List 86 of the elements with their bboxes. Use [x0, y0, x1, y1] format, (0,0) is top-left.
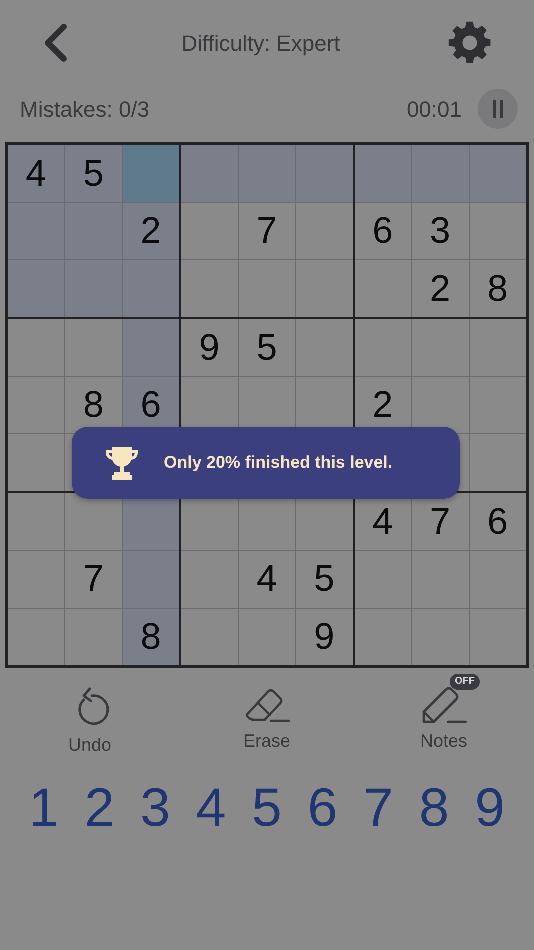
grid-cell[interactable] — [354, 260, 412, 318]
grid-cell[interactable] — [8, 493, 64, 550]
grid-cell[interactable] — [65, 493, 122, 550]
grid-cell[interactable]: 5 — [65, 145, 122, 202]
grid-cell[interactable] — [8, 260, 64, 318]
grid-cell[interactable] — [181, 550, 238, 608]
mistakes-counter: Mistakes: 0/3 — [20, 96, 150, 124]
grid-cell[interactable] — [8, 608, 64, 666]
grid-cell[interactable] — [181, 260, 238, 318]
grid-cell[interactable] — [412, 376, 469, 434]
grid-cell[interactable] — [122, 319, 180, 376]
difficulty-title: Difficulty: Expert — [182, 30, 340, 58]
grid-cell[interactable] — [181, 608, 238, 666]
settings-icon — [446, 20, 493, 66]
pencil-icon — [420, 686, 468, 724]
grid-cell[interactable] — [470, 319, 526, 376]
grid-cell[interactable] — [470, 608, 526, 666]
grid-cell[interactable] — [122, 260, 180, 318]
grid-cell[interactable] — [412, 145, 469, 202]
grid-cell[interactable]: 7 — [412, 493, 469, 550]
erase-button[interactable]: Erase — [217, 674, 317, 760]
grid-cell[interactable] — [470, 376, 526, 434]
grid-cell[interactable] — [412, 608, 469, 666]
number-key[interactable]: 1 — [20, 781, 68, 836]
grid-cell[interactable] — [470, 550, 526, 608]
grid-cell[interactable] — [238, 608, 296, 666]
grid-cell[interactable] — [470, 202, 526, 260]
grid-cell[interactable]: 4 — [238, 550, 296, 608]
grid-cell[interactable] — [238, 145, 296, 202]
grid-cell[interactable]: 4 — [8, 145, 64, 202]
number-key[interactable]: 2 — [76, 781, 124, 836]
grid-cell[interactable] — [8, 550, 64, 608]
grid-cell[interactable] — [65, 319, 122, 376]
grid-cell[interactable] — [296, 145, 353, 202]
grid-cell[interactable]: 9 — [181, 319, 238, 376]
grid-cell[interactable]: 8 — [65, 376, 122, 434]
grid-cell[interactable]: 8 — [122, 608, 180, 666]
grid-cell[interactable]: 2 — [412, 260, 469, 318]
grid-cell[interactable]: 8 — [470, 260, 526, 318]
grid-cell[interactable] — [470, 145, 526, 202]
notes-button[interactable]: OFF Notes — [394, 674, 494, 760]
grid-cell[interactable] — [296, 260, 353, 318]
grid-cell[interactable] — [238, 260, 296, 318]
grid-cell[interactable]: 5 — [296, 550, 353, 608]
grid-cell[interactable] — [122, 550, 180, 608]
grid-cell[interactable]: 9 — [296, 608, 353, 666]
timer: 00:01 — [406, 96, 462, 124]
number-key[interactable]: 3 — [132, 781, 180, 836]
grid-cell[interactable] — [296, 319, 353, 376]
grid-cell[interactable] — [354, 550, 412, 608]
grid-cell[interactable] — [65, 260, 122, 318]
grid-cell[interactable]: 2 — [122, 202, 180, 260]
grid-cell[interactable]: 3 — [412, 202, 469, 260]
grid-cell[interactable] — [296, 202, 353, 260]
grid-cell[interactable]: 7 — [238, 202, 296, 260]
off-badge: OFF — [450, 674, 480, 690]
number-key[interactable]: 6 — [298, 781, 347, 836]
grid-cell[interactable] — [354, 608, 412, 666]
pause-icon — [492, 100, 504, 118]
grid-cell[interactable] — [354, 145, 412, 202]
grid-cell[interactable]: 6 — [354, 202, 412, 260]
number-key[interactable]: 7 — [354, 781, 402, 836]
grid-cell[interactable] — [8, 376, 64, 434]
grid-cell[interactable] — [181, 202, 238, 260]
grid-cell[interactable]: 6 — [470, 493, 526, 550]
toast-message: Only 20% finished this level. — [164, 452, 393, 474]
number-key[interactable]: 9 — [466, 781, 514, 836]
undo-button[interactable]: Undo — [40, 674, 140, 760]
number-key[interactable]: 8 — [410, 781, 458, 836]
grid-cell[interactable] — [122, 145, 180, 202]
grid-cell[interactable] — [65, 608, 122, 666]
grid-cell[interactable] — [8, 434, 64, 492]
grid-cell[interactable] — [8, 319, 64, 376]
pause-button[interactable] — [478, 89, 518, 129]
grid-cell[interactable] — [354, 319, 412, 376]
grid-cell[interactable]: 7 — [65, 550, 122, 608]
number-key[interactable]: 5 — [243, 781, 291, 836]
number-key[interactable]: 4 — [187, 781, 236, 836]
trophy-icon — [104, 445, 140, 481]
grid-cell[interactable] — [181, 145, 238, 202]
grid-cell[interactable] — [470, 434, 526, 492]
grid-cell[interactable] — [65, 202, 122, 260]
grid-cell[interactable] — [412, 319, 469, 376]
grid-cell[interactable]: 5 — [238, 319, 296, 376]
grid-cell[interactable] — [8, 202, 64, 260]
grid-cell[interactable] — [412, 550, 469, 608]
